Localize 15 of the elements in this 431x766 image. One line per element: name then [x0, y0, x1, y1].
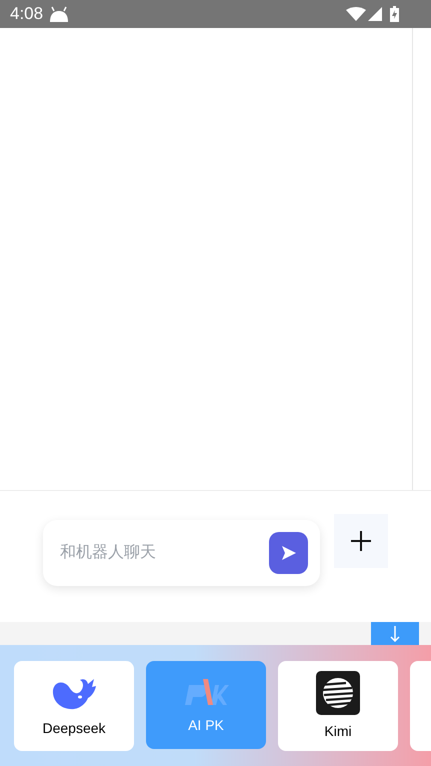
add-button[interactable]: [334, 514, 388, 568]
send-icon: [280, 545, 296, 561]
android-icon: [49, 5, 70, 23]
signal-icon: [368, 7, 382, 21]
striped-circle-logo-icon: [316, 670, 360, 714]
chat-input-field[interactable]: 和机器人聊天: [60, 541, 269, 565]
plus-icon: [351, 531, 371, 551]
model-card[interactable]: Deepseek: [14, 661, 134, 751]
battery-icon: [390, 6, 399, 22]
send-button[interactable]: [269, 532, 308, 574]
down-arrow-icon: [390, 626, 400, 642]
wifi-icon: [346, 7, 366, 21]
status-time: 4:08: [10, 3, 44, 26]
model-card[interactable]: Kimi: [278, 661, 398, 751]
scroll-down-button[interactable]: [371, 622, 419, 645]
